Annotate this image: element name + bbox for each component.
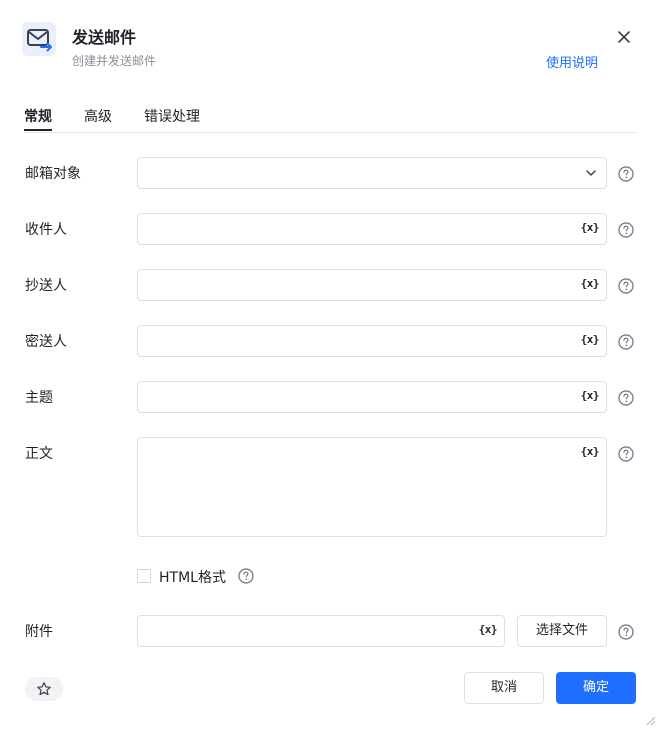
to-input[interactable]: {x}	[137, 213, 607, 245]
bcc-help-icon[interactable]	[618, 334, 634, 350]
html-format-help-icon[interactable]	[238, 568, 254, 584]
cancel-button[interactable]: 取消	[464, 672, 544, 704]
chevron-down-icon	[586, 170, 596, 176]
star-icon	[37, 682, 51, 696]
body-textarea[interactable]: {x}	[137, 437, 607, 537]
attachment-label: 附件	[25, 624, 53, 640]
variable-icon[interactable]: {x}	[581, 445, 600, 458]
confirm-button[interactable]: 确定	[556, 672, 636, 704]
variable-icon[interactable]: {x}	[479, 623, 498, 636]
to-help-icon[interactable]	[618, 222, 634, 238]
mailbox-label: 邮箱对象	[25, 166, 81, 182]
tab-general[interactable]: 常规	[24, 106, 52, 126]
active-tab-indicator	[24, 129, 52, 131]
resize-handle-icon[interactable]	[646, 714, 656, 726]
dialog-subtitle: 创建并发送邮件	[72, 54, 157, 68]
tab-error-handling[interactable]: 错误处理	[144, 106, 200, 126]
variable-icon[interactable]: {x}	[581, 277, 600, 290]
variable-icon[interactable]: {x}	[581, 333, 600, 346]
dialog-title: 发送邮件	[72, 28, 137, 47]
mailbox-select[interactable]	[137, 157, 607, 189]
cc-input[interactable]: {x}	[137, 269, 607, 301]
cc-help-icon[interactable]	[618, 278, 634, 294]
variable-icon[interactable]: {x}	[581, 221, 600, 234]
cc-label: 抄送人	[25, 278, 67, 294]
help-link[interactable]: 使用说明	[546, 52, 598, 71]
html-format-label[interactable]: HTML格式	[159, 567, 226, 587]
to-label: 收件人	[25, 222, 67, 238]
close-icon[interactable]	[612, 25, 636, 49]
bcc-label: 密送人	[25, 334, 67, 350]
select-file-button[interactable]: 选择文件	[517, 615, 607, 647]
body-label: 正文	[25, 446, 53, 462]
mail-send-icon	[22, 22, 56, 56]
body-help-icon[interactable]	[618, 446, 634, 462]
favorite-button[interactable]	[25, 677, 63, 701]
attachment-help-icon[interactable]	[618, 624, 634, 640]
variable-icon[interactable]: {x}	[581, 389, 600, 402]
subject-label: 主题	[25, 390, 53, 406]
tab-advanced[interactable]: 高级	[84, 106, 112, 126]
tab-bar: 常规 高级 错误处理	[24, 100, 637, 133]
mailbox-help-icon[interactable]	[618, 166, 634, 182]
bcc-input[interactable]: {x}	[137, 325, 607, 357]
subject-input[interactable]: {x}	[137, 381, 607, 413]
html-format-checkbox[interactable]	[137, 569, 151, 583]
subject-help-icon[interactable]	[618, 390, 634, 406]
attachment-input[interactable]: {x}	[137, 615, 505, 647]
